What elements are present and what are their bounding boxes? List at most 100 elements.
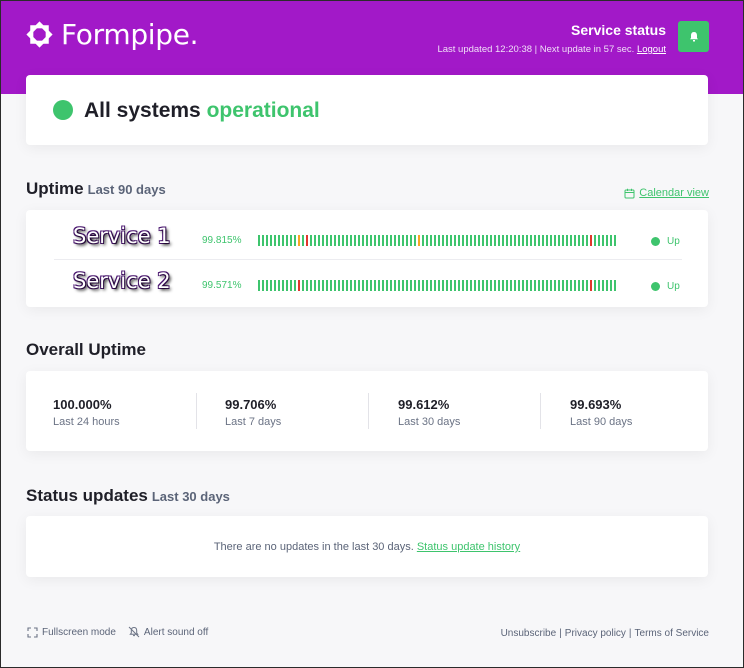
uptime-day-bar[interactable]: [566, 235, 568, 246]
uptime-day-bar[interactable]: [598, 280, 600, 291]
uptime-day-bar[interactable]: [466, 235, 468, 246]
uptime-day-bar[interactable]: [390, 235, 392, 246]
uptime-day-bar[interactable]: [318, 280, 320, 291]
service-row[interactable]: Service 1 99.815% Up: [54, 215, 682, 260]
uptime-day-bar[interactable]: [294, 235, 296, 246]
uptime-day-bar[interactable]: [606, 235, 608, 246]
uptime-day-bar[interactable]: [498, 235, 500, 246]
uptime-day-bar[interactable]: [330, 280, 332, 291]
uptime-day-bar[interactable]: [510, 280, 512, 291]
uptime-day-bar[interactable]: [610, 235, 612, 246]
uptime-day-bar[interactable]: [338, 235, 340, 246]
uptime-day-bar[interactable]: [590, 235, 592, 246]
uptime-day-bar[interactable]: [326, 235, 328, 246]
uptime-day-bar[interactable]: [494, 280, 496, 291]
uptime-day-bar[interactable]: [514, 235, 516, 246]
service-row[interactable]: Service 2 99.571% Up: [54, 260, 682, 304]
uptime-day-bar[interactable]: [614, 235, 616, 246]
uptime-day-bar[interactable]: [382, 235, 384, 246]
uptime-day-bar[interactable]: [478, 280, 480, 291]
uptime-day-bar[interactable]: [470, 280, 472, 291]
uptime-day-bar[interactable]: [366, 235, 368, 246]
uptime-day-bar[interactable]: [346, 280, 348, 291]
uptime-day-bar[interactable]: [438, 235, 440, 246]
uptime-day-bar[interactable]: [354, 235, 356, 246]
uptime-day-bar[interactable]: [330, 235, 332, 246]
uptime-day-bar[interactable]: [362, 280, 364, 291]
notification-bell-button[interactable]: [678, 21, 709, 52]
uptime-day-bar[interactable]: [354, 280, 356, 291]
uptime-day-bar[interactable]: [506, 280, 508, 291]
uptime-day-bar[interactable]: [486, 280, 488, 291]
brand-logo[interactable]: Formpipe.: [26, 18, 199, 51]
uptime-day-bar[interactable]: [522, 235, 524, 246]
uptime-day-bar[interactable]: [562, 235, 564, 246]
uptime-day-bar[interactable]: [550, 235, 552, 246]
uptime-day-bar[interactable]: [394, 280, 396, 291]
uptime-day-bar[interactable]: [422, 235, 424, 246]
uptime-day-bar[interactable]: [398, 235, 400, 246]
uptime-day-bar[interactable]: [610, 280, 612, 291]
uptime-day-bar[interactable]: [486, 235, 488, 246]
uptime-day-bar[interactable]: [334, 280, 336, 291]
uptime-day-bar[interactable]: [446, 235, 448, 246]
uptime-day-bar[interactable]: [318, 235, 320, 246]
uptime-day-bar[interactable]: [538, 280, 540, 291]
uptime-day-bar[interactable]: [482, 235, 484, 246]
uptime-day-bar[interactable]: [338, 280, 340, 291]
uptime-day-bar[interactable]: [282, 235, 284, 246]
logout-link[interactable]: Logout: [637, 44, 666, 55]
calendar-view-link[interactable]: Calendar view: [624, 187, 709, 199]
uptime-day-bar[interactable]: [270, 235, 272, 246]
uptime-day-bar[interactable]: [454, 280, 456, 291]
uptime-day-bar[interactable]: [302, 280, 304, 291]
uptime-day-bar[interactable]: [282, 280, 284, 291]
uptime-day-bar[interactable]: [286, 280, 288, 291]
uptime-day-bar[interactable]: [594, 235, 596, 246]
uptime-day-bar[interactable]: [598, 235, 600, 246]
uptime-day-bar[interactable]: [306, 280, 308, 291]
uptime-day-bar[interactable]: [314, 235, 316, 246]
uptime-day-bar[interactable]: [518, 235, 520, 246]
uptime-day-bar[interactable]: [450, 280, 452, 291]
uptime-day-bar[interactable]: [554, 280, 556, 291]
uptime-day-bar[interactable]: [262, 280, 264, 291]
uptime-day-bar[interactable]: [490, 235, 492, 246]
uptime-day-bar[interactable]: [278, 235, 280, 246]
uptime-day-bar[interactable]: [442, 280, 444, 291]
uptime-day-bar[interactable]: [298, 235, 300, 246]
uptime-day-bar[interactable]: [458, 235, 460, 246]
uptime-day-bar[interactable]: [382, 280, 384, 291]
uptime-day-bar[interactable]: [514, 280, 516, 291]
uptime-day-bar[interactable]: [462, 280, 464, 291]
uptime-day-bar[interactable]: [342, 280, 344, 291]
uptime-day-bar[interactable]: [466, 280, 468, 291]
uptime-day-bar[interactable]: [418, 280, 420, 291]
uptime-day-bar[interactable]: [462, 235, 464, 246]
uptime-day-bar[interactable]: [614, 280, 616, 291]
uptime-day-bar[interactable]: [558, 235, 560, 246]
uptime-day-bar[interactable]: [574, 235, 576, 246]
uptime-day-bar[interactable]: [574, 280, 576, 291]
uptime-day-bar[interactable]: [582, 235, 584, 246]
uptime-day-bar[interactable]: [398, 280, 400, 291]
uptime-day-bar[interactable]: [314, 280, 316, 291]
uptime-day-bar[interactable]: [542, 235, 544, 246]
status-history-link[interactable]: Status update history: [417, 541, 520, 553]
uptime-day-bar[interactable]: [358, 235, 360, 246]
uptime-day-bar[interactable]: [454, 235, 456, 246]
privacy-policy-link[interactable]: Privacy policy: [565, 628, 626, 639]
uptime-day-bar[interactable]: [530, 235, 532, 246]
uptime-day-bar[interactable]: [502, 235, 504, 246]
terms-of-service-link[interactable]: Terms of Service: [635, 628, 709, 639]
uptime-day-bar[interactable]: [426, 280, 428, 291]
uptime-day-bar[interactable]: [370, 235, 372, 246]
uptime-day-bar[interactable]: [294, 280, 296, 291]
uptime-day-bar[interactable]: [570, 280, 572, 291]
uptime-day-bar[interactable]: [510, 235, 512, 246]
uptime-day-bar[interactable]: [422, 280, 424, 291]
uptime-day-bar[interactable]: [274, 280, 276, 291]
uptime-day-bar[interactable]: [494, 235, 496, 246]
service-uptime-bars[interactable]: [258, 280, 618, 291]
uptime-day-bar[interactable]: [350, 235, 352, 246]
